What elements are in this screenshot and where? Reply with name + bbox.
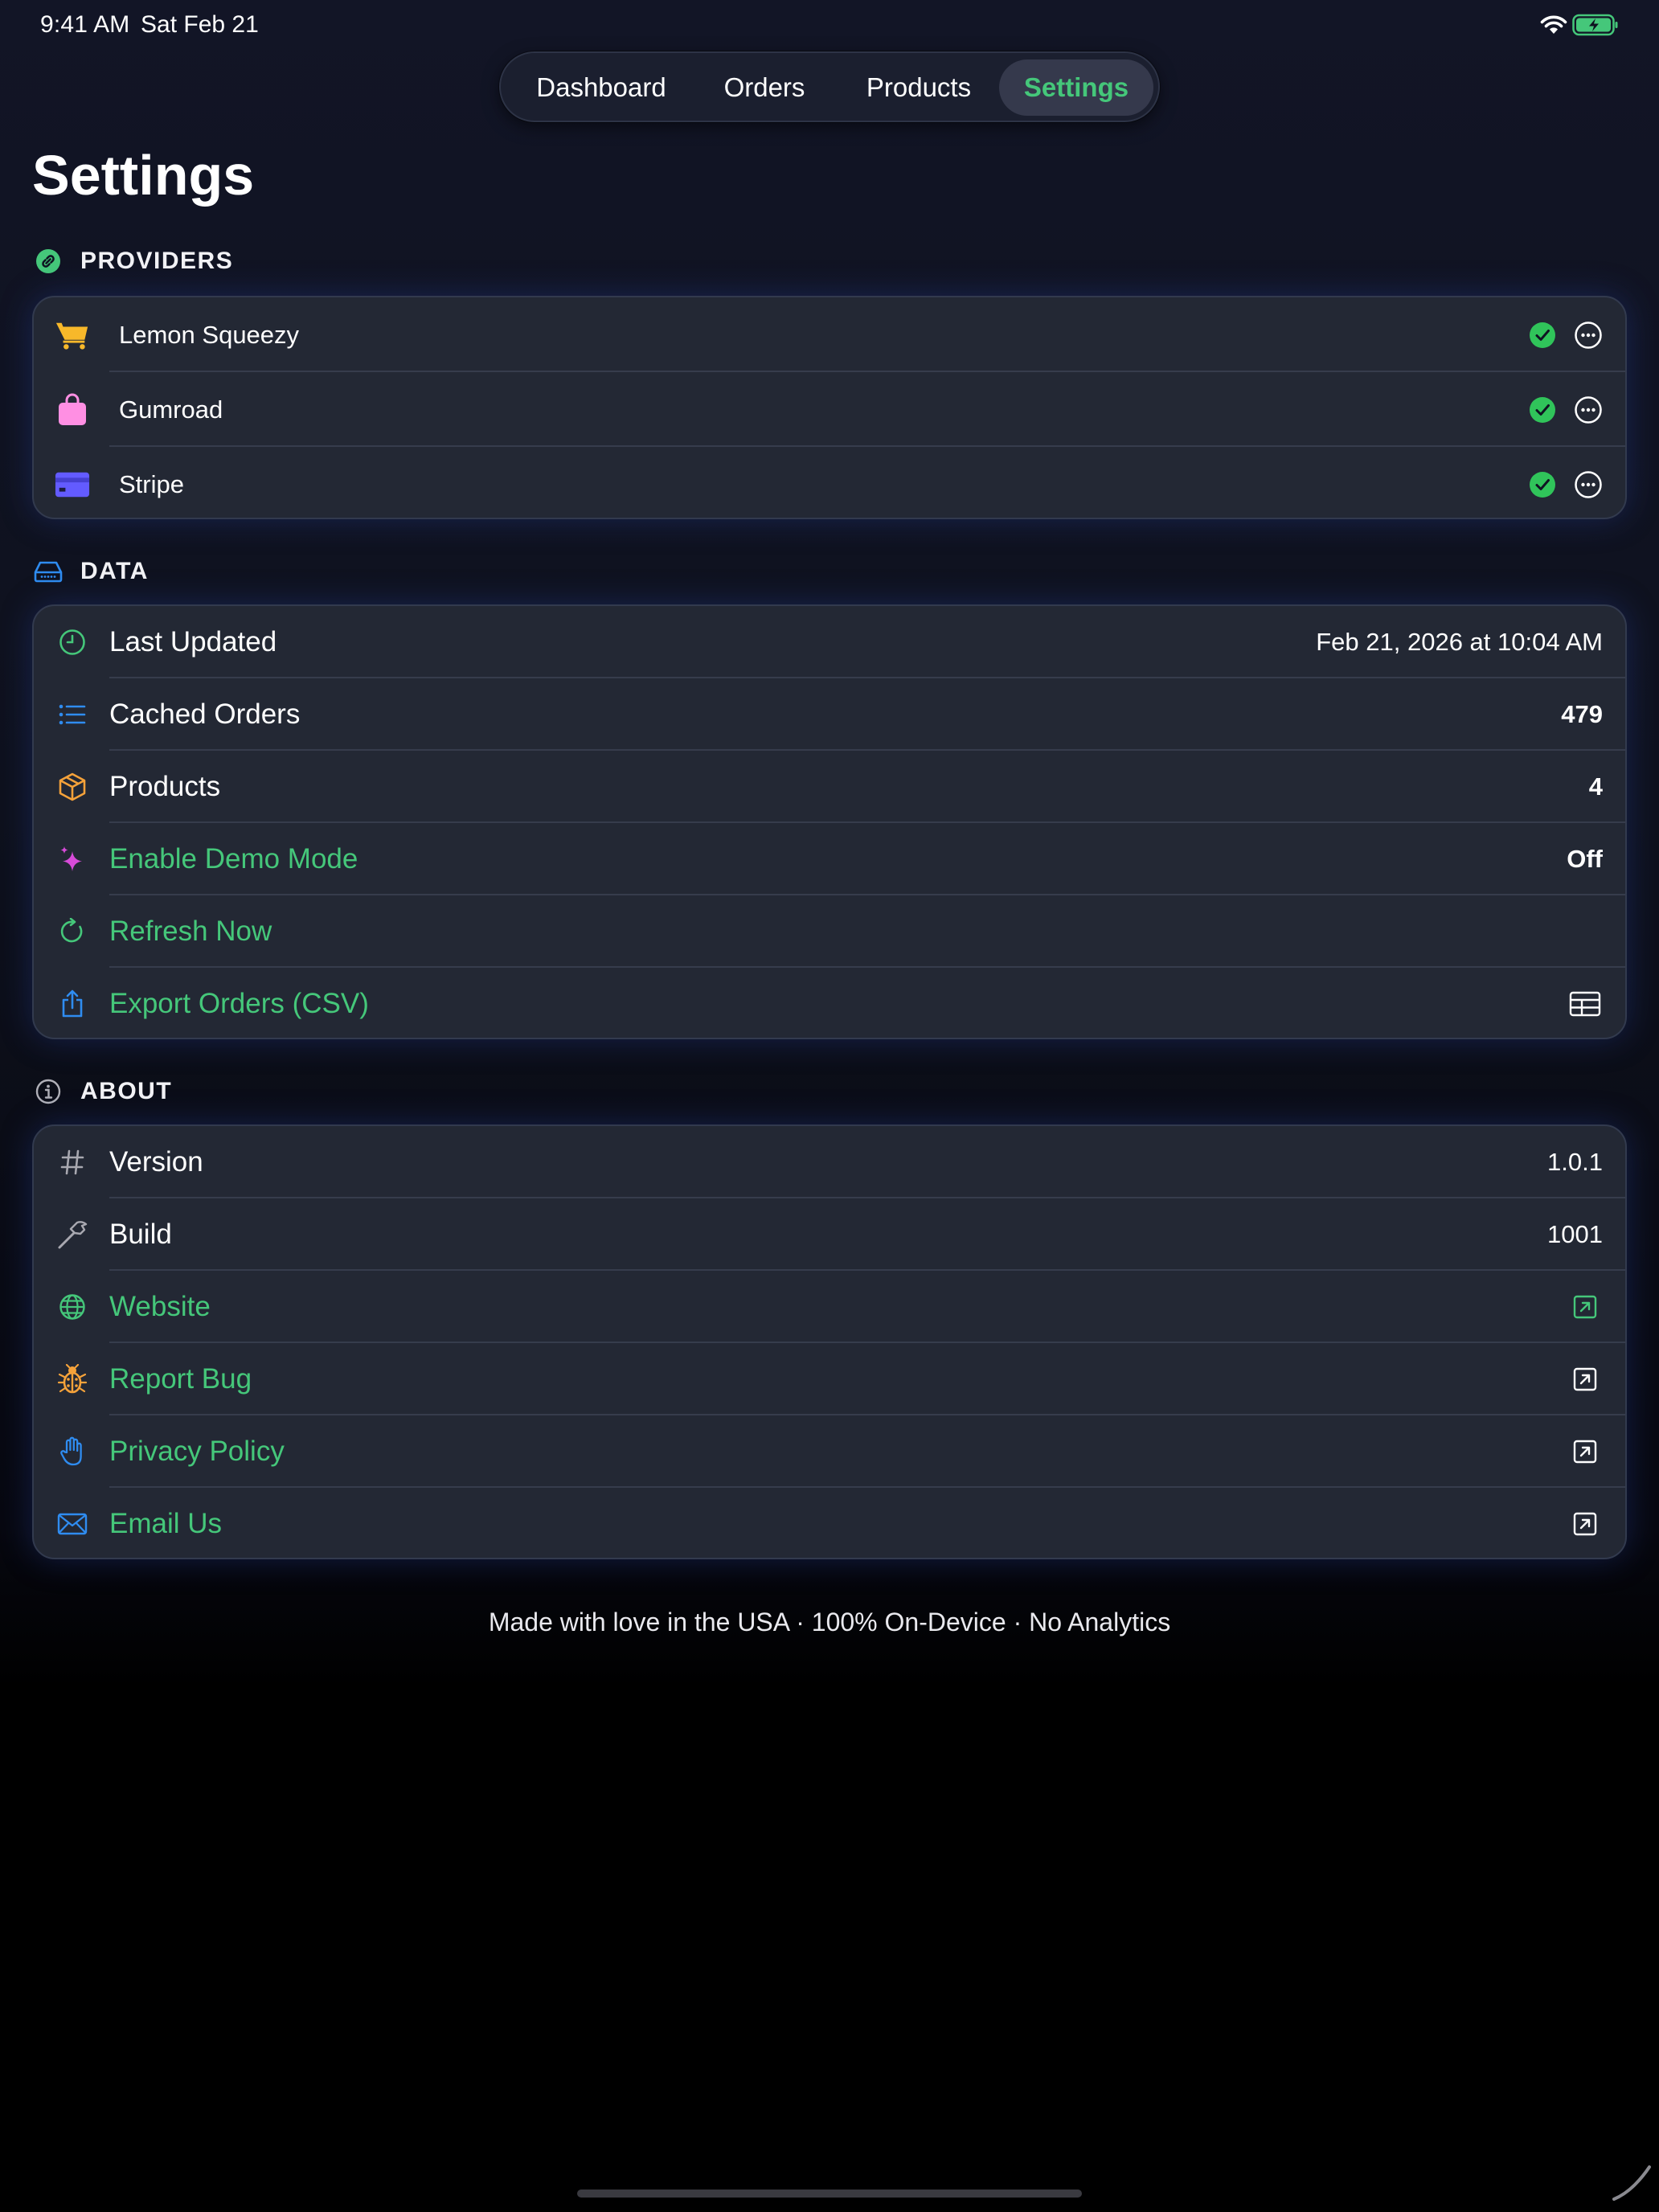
row-label: Enable Demo Mode bbox=[109, 843, 358, 875]
row-label: Products bbox=[109, 771, 221, 802]
row-refresh-now[interactable]: Refresh Now bbox=[34, 895, 1625, 968]
data-card: Last Updated Feb 21, 2026 at 10:04 AM Ca… bbox=[32, 604, 1627, 1039]
row-label: Report Bug bbox=[109, 1363, 252, 1395]
envelope-icon bbox=[55, 1506, 90, 1542]
row-build: Build 1001 bbox=[34, 1198, 1625, 1271]
row-label: Email Us bbox=[109, 1508, 223, 1539]
about-card: Version 1.0.1 Build 1001 Website Report … bbox=[32, 1124, 1627, 1559]
tab-orders[interactable]: Orders bbox=[702, 59, 827, 116]
section-header-providers: PROVIDERS bbox=[32, 241, 233, 281]
row-version: Version 1.0.1 bbox=[34, 1126, 1625, 1198]
demo-mode-value: Off bbox=[1567, 845, 1603, 873]
section-title-data: DATA bbox=[80, 558, 149, 584]
row-cached-orders: Cached Orders 479 bbox=[34, 678, 1625, 751]
page-title: Settings bbox=[32, 144, 255, 207]
row-label: Website bbox=[109, 1291, 211, 1322]
external-link-icon bbox=[1567, 1506, 1603, 1542]
more-options-icon[interactable] bbox=[1574, 395, 1603, 424]
section-title-about: ABOUT bbox=[80, 1078, 173, 1104]
more-options-icon[interactable] bbox=[1574, 321, 1603, 350]
products-count-value: 4 bbox=[1588, 772, 1603, 801]
external-link-icon bbox=[1567, 1289, 1603, 1325]
provider-row-stripe[interactable]: Stripe bbox=[34, 447, 1625, 518]
table-icon bbox=[1567, 986, 1603, 1022]
provider-label: Lemon Squeezy bbox=[119, 320, 300, 349]
box-icon bbox=[55, 769, 90, 805]
number-sign-icon bbox=[55, 1145, 90, 1180]
status-date: Sat Feb 21 bbox=[141, 11, 259, 38]
row-report-bug[interactable]: Report Bug bbox=[34, 1343, 1625, 1415]
tab-settings[interactable]: Settings bbox=[999, 59, 1153, 116]
status-bar: 9:41 AM Sat Feb 21 bbox=[0, 0, 1659, 51]
clock-icon bbox=[55, 625, 90, 660]
hammer-icon bbox=[55, 1217, 90, 1252]
build-value: 1001 bbox=[1547, 1220, 1603, 1248]
drive-icon bbox=[32, 555, 64, 588]
checkmark-circle-icon bbox=[1530, 322, 1555, 348]
last-updated-value: Feb 21, 2026 at 10:04 AM bbox=[1316, 628, 1603, 656]
section-title-providers: PROVIDERS bbox=[80, 248, 234, 274]
cart-icon bbox=[55, 317, 90, 353]
row-privacy-policy[interactable]: Privacy Policy bbox=[34, 1415, 1625, 1488]
bag-icon bbox=[55, 392, 90, 428]
section-header-about: ABOUT bbox=[32, 1071, 172, 1112]
globe-icon bbox=[55, 1289, 90, 1325]
row-label: Last Updated bbox=[109, 626, 277, 657]
row-last-updated: Last Updated Feb 21, 2026 at 10:04 AM bbox=[34, 606, 1625, 678]
provider-label: Stripe bbox=[119, 469, 184, 498]
row-products: Products 4 bbox=[34, 751, 1625, 823]
row-label: Version bbox=[109, 1146, 203, 1178]
row-website[interactable]: Website bbox=[34, 1271, 1625, 1343]
providers-card: Lemon Squeezy Gumroad Stripe bbox=[32, 296, 1627, 519]
tab-products[interactable]: Products bbox=[838, 59, 999, 116]
footer-text: Made with love in the USA · 100% On-Devi… bbox=[488, 1608, 1171, 1636]
external-link-icon bbox=[1567, 1434, 1603, 1469]
cached-orders-value: 479 bbox=[1561, 700, 1603, 728]
battery-charging-icon bbox=[1572, 14, 1618, 36]
row-label: Cached Orders bbox=[109, 698, 301, 730]
info-icon bbox=[32, 1075, 64, 1108]
row-enable-demo-mode[interactable]: Enable Demo Mode Off bbox=[34, 823, 1625, 895]
wifi-icon bbox=[1540, 15, 1567, 34]
status-time: 9:41 AM bbox=[40, 11, 130, 38]
checkmark-circle-icon bbox=[1530, 396, 1555, 423]
sparkles-icon bbox=[55, 842, 90, 877]
row-label: Refresh Now bbox=[109, 916, 272, 947]
segmented-tab-bar: Dashboard Orders Products Settings bbox=[499, 51, 1160, 122]
pencil-hover-icon bbox=[1612, 2165, 1651, 2201]
row-label: Build bbox=[109, 1219, 172, 1250]
section-header-data: DATA bbox=[32, 551, 149, 592]
link-icon bbox=[32, 245, 64, 277]
tab-dashboard[interactable]: Dashboard bbox=[512, 59, 690, 116]
credit-card-icon bbox=[55, 467, 90, 502]
checkmark-circle-icon bbox=[1530, 471, 1555, 498]
external-link-icon bbox=[1567, 1362, 1603, 1397]
more-options-icon[interactable] bbox=[1574, 470, 1603, 499]
refresh-icon bbox=[55, 914, 90, 949]
row-label: Export Orders (CSV) bbox=[109, 988, 369, 1019]
provider-row-gumroad[interactable]: Gumroad bbox=[34, 372, 1625, 447]
row-label: Privacy Policy bbox=[109, 1436, 285, 1467]
version-value: 1.0.1 bbox=[1547, 1148, 1603, 1176]
share-icon bbox=[55, 986, 90, 1022]
row-email-us[interactable]: Email Us bbox=[34, 1488, 1625, 1558]
row-export-orders[interactable]: Export Orders (CSV) bbox=[34, 968, 1625, 1038]
list-icon bbox=[55, 697, 90, 732]
provider-label: Gumroad bbox=[119, 395, 223, 424]
hand-icon bbox=[55, 1434, 90, 1469]
home-indicator[interactable] bbox=[577, 2189, 1082, 2198]
ladybug-icon bbox=[55, 1362, 90, 1397]
provider-row-lemon-squeezy[interactable]: Lemon Squeezy bbox=[34, 297, 1625, 372]
